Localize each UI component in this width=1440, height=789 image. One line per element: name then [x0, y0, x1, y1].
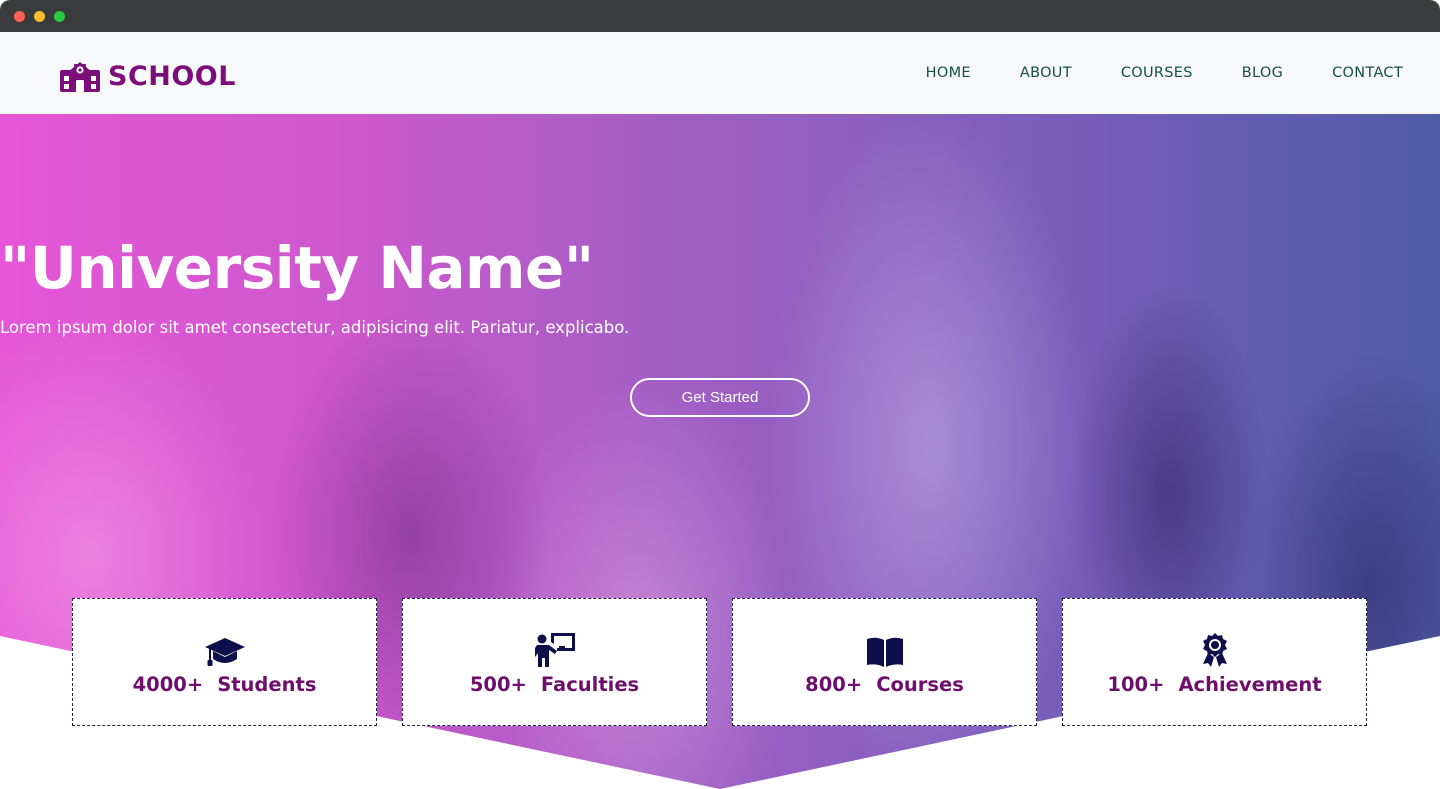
stat-label: Students [217, 672, 317, 696]
nav-item-blog[interactable]: BLOG [1242, 65, 1283, 81]
maximize-window-icon[interactable] [54, 11, 65, 22]
brand-logo-link[interactable]: SCHOOL [60, 59, 236, 93]
hero-subtitle: Lorem ipsum dolor sit amet consectetur, … [0, 318, 630, 337]
stat-card-achievement: 100+ Achievement [1062, 598, 1367, 726]
stat-value: 100+ [1107, 672, 1165, 696]
nav-item-home[interactable]: HOME [926, 65, 971, 81]
window-title-bar [0, 0, 1440, 32]
stat-label: Courses [876, 672, 964, 696]
nav-item-about[interactable]: ABOUT [1020, 65, 1072, 81]
hero-title: "University Name" [0, 234, 594, 302]
school-building-icon [60, 60, 100, 92]
stat-card-faculties: 500+ Faculties [402, 598, 707, 726]
award-ribbon-icon [1201, 632, 1229, 667]
stat-value: 4000+ [132, 672, 204, 696]
brand-name: SCHOOL [108, 60, 236, 92]
main-navigation: HOME ABOUT COURSES BLOG CONTACT [926, 65, 1403, 81]
navbar: SCHOOL HOME ABOUT COURSES BLOG CONTACT [0, 32, 1440, 114]
stat-label: Faculties [540, 672, 640, 696]
minimize-window-icon[interactable] [34, 11, 45, 22]
graduation-cap-icon [204, 633, 246, 667]
stat-label: Achievement [1178, 672, 1322, 696]
close-window-icon[interactable] [14, 11, 25, 22]
stat-value: 500+ [469, 672, 527, 696]
stat-card-courses: 800+ Courses [732, 598, 1037, 726]
stat-card-students: 4000+ Students [72, 598, 377, 726]
nav-item-contact[interactable]: CONTACT [1332, 65, 1403, 81]
nav-item-courses[interactable]: COURSES [1121, 65, 1193, 81]
teacher-board-icon [534, 632, 575, 667]
get-started-button[interactable]: Get Started [630, 378, 810, 417]
stat-value: 800+ [805, 672, 863, 696]
open-book-icon [866, 633, 904, 667]
